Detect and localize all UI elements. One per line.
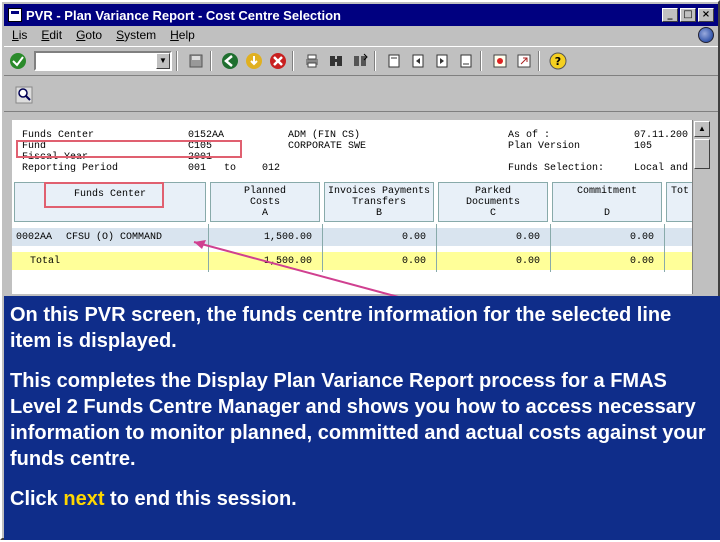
as-of-date: 07.11.200 [634, 130, 689, 141]
back-icon[interactable] [220, 51, 240, 71]
command-field[interactable]: ▼ [34, 51, 172, 71]
column-header-planned[interactable]: Planned Costs A [210, 182, 320, 222]
funds-center-highlight-box [44, 182, 164, 208]
period-to: 012 [262, 163, 281, 174]
menu-system[interactable]: System [116, 28, 156, 42]
as-of-label: As of : [508, 130, 551, 141]
row-funds-center-code: 0002AA [16, 232, 53, 243]
row-parked: 0.00 [515, 232, 540, 243]
standard-toolbar: ▼ ? [4, 46, 718, 76]
print-icon[interactable] [302, 51, 322, 71]
cancel-icon[interactable] [268, 51, 288, 71]
scroll-up-icon[interactable]: ▲ [694, 121, 710, 137]
funds-center-name: ADM (FIN CS) [288, 130, 361, 141]
enter-check-icon[interactable] [8, 51, 28, 71]
first-page-icon[interactable] [384, 51, 404, 71]
column-header-invoices[interactable]: Invoices Payments Transfers B [324, 182, 434, 222]
shortcut-icon[interactable] [514, 51, 534, 71]
scroll-thumb[interactable] [694, 139, 710, 169]
magnifier-icon[interactable] [14, 85, 34, 105]
find-next-icon[interactable] [350, 51, 370, 71]
column-header-commitment[interactable]: Commitment D [552, 182, 662, 222]
separator [292, 51, 294, 71]
column-header-parked[interactable]: Parked Documents C [438, 182, 548, 222]
menu-list[interactable]: Lis [12, 28, 27, 42]
row-funds-center-name: CFSU (O) COMMAND [66, 232, 163, 243]
row-commitment: 0.00 [629, 232, 654, 243]
plan-version: 105 [634, 141, 653, 152]
window-title: PVR - Plan Variance Report - Cost Centre… [26, 7, 341, 23]
next-page-icon[interactable] [432, 51, 452, 71]
total-invoices: 0.00 [401, 256, 426, 267]
separator [480, 51, 482, 71]
period-from: 001 [188, 163, 207, 174]
previous-page-icon[interactable] [408, 51, 428, 71]
total-planned: 1,500.00 [263, 256, 312, 267]
next-link[interactable]: next [63, 488, 104, 510]
menu-help[interactable]: Help [170, 28, 195, 42]
fund-highlight-box [16, 140, 242, 158]
separator [374, 51, 376, 71]
instruction-text-3: Click next to end this session. [10, 488, 297, 510]
menu-edit[interactable]: Edit [41, 28, 62, 42]
column-divider [208, 224, 209, 272]
window-controls: _ □ × [662, 8, 714, 22]
column-divider [436, 224, 437, 272]
funds-selection-label: Funds Selection: [508, 163, 605, 174]
title-bar: PVR - Plan Variance Report - Cost Centre… [4, 4, 718, 26]
vertical-scrollbar[interactable]: ▲ [692, 120, 710, 294]
total-label: Total [30, 256, 61, 267]
exit-icon[interactable] [244, 51, 264, 71]
menu-bar: Lis Edit Goto System Help [4, 26, 718, 44]
menu-goto[interactable]: Goto [76, 28, 102, 42]
separator [176, 51, 178, 71]
svg-text:?: ? [555, 55, 561, 68]
instruction-text-1: On this PVR screen, the funds centre inf… [10, 304, 672, 352]
column-divider [664, 224, 665, 272]
maximize-button[interactable]: □ [680, 8, 696, 22]
total-parked: 0.00 [515, 256, 540, 267]
app-icon [8, 8, 22, 22]
total-commitment: 0.00 [629, 256, 654, 267]
column-header-total[interactable]: Tot [666, 182, 692, 222]
reporting-period-label: Reporting Period [22, 163, 119, 174]
period-to-word: to [224, 163, 237, 174]
sap-globe-icon [698, 27, 714, 43]
save-icon[interactable] [186, 51, 206, 71]
instruction-text-2: This completes the Display Plan Variance… [10, 370, 706, 470]
table-row[interactable]: 0002AA CFSU (O) COMMAND 1,500.00 0.00 0.… [12, 228, 692, 246]
row-invoices: 0.00 [401, 232, 426, 243]
instruction-panel: On this PVR screen, the funds centre inf… [4, 296, 720, 540]
total-row: Total 1,500.00 0.00 0.00 0.00 [12, 252, 692, 270]
application-toolbar [4, 78, 718, 112]
sap-window: PVR - Plan Variance Report - Cost Centre… [0, 0, 720, 540]
separator [538, 51, 540, 71]
funds-selection: Local and [634, 163, 689, 174]
row-planned: 1,500.00 [263, 232, 312, 243]
fund-name: CORPORATE SWE [288, 141, 367, 152]
last-page-icon[interactable] [456, 51, 476, 71]
close-button[interactable]: × [698, 8, 714, 22]
find-icon[interactable] [326, 51, 346, 71]
new-session-icon[interactable] [490, 51, 510, 71]
column-divider [550, 224, 551, 272]
plan-version-label: Plan Version [508, 141, 581, 152]
column-divider [322, 224, 323, 272]
command-dropdown-icon[interactable]: ▼ [156, 53, 170, 69]
separator [210, 51, 212, 71]
minimize-button[interactable]: _ [662, 8, 678, 22]
help-icon[interactable]: ? [548, 51, 568, 71]
